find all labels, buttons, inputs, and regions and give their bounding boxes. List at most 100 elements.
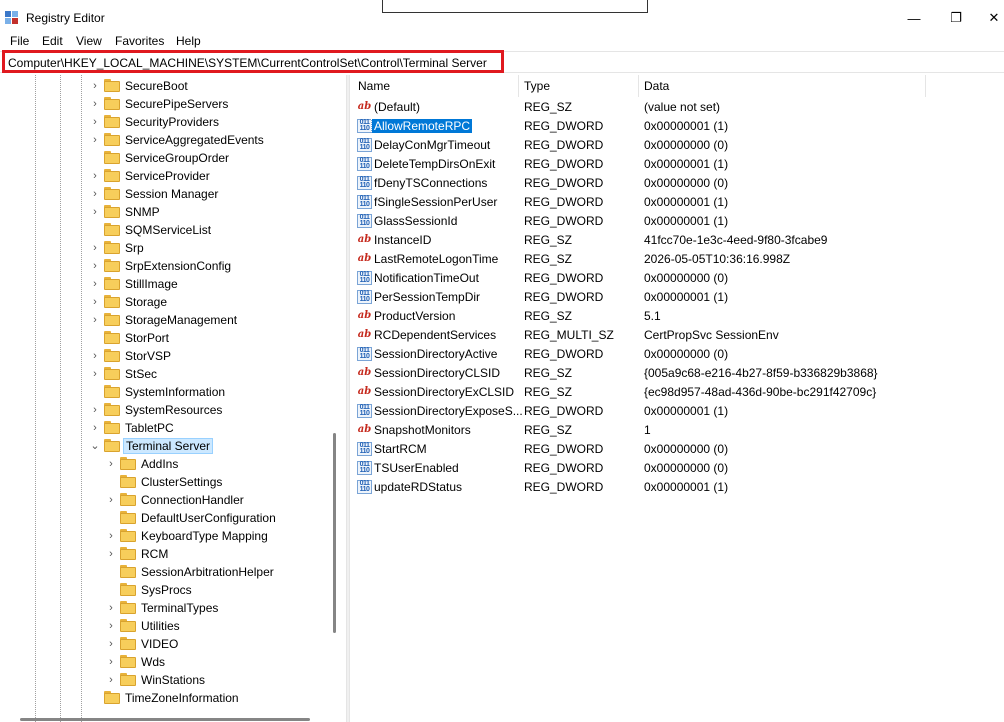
expand-chevron-icon[interactable]: › <box>106 655 116 669</box>
expand-chevron-icon[interactable]: › <box>90 79 100 93</box>
key-tree-pane[interactable]: › SecureBoot › SecurePipeServers › SecurityPr… <box>0 75 346 722</box>
tree-item[interactable]: › VIDEO <box>0 635 330 653</box>
tree-item-label[interactable]: ServiceProvider <box>123 169 212 183</box>
tree-item[interactable]: › Storage <box>0 293 330 311</box>
tree-item-label[interactable]: ServiceAggregatedEvents <box>123 133 266 147</box>
tree-item-label[interactable]: Wds <box>139 655 167 669</box>
tree-item-label[interactable]: SecurityProviders <box>123 115 221 129</box>
expand-chevron-icon[interactable]: › <box>90 403 100 417</box>
value-name[interactable]: DeleteTempDirsOnExit <box>372 157 497 171</box>
expand-chevron-icon[interactable]: › <box>90 115 100 129</box>
value-name[interactable]: StartRCM <box>372 442 429 456</box>
tree-item-label[interactable]: SystemResources <box>123 403 224 417</box>
collapse-chevron-icon[interactable]: ⌄ <box>90 439 100 453</box>
tree-item[interactable]: › StSec <box>0 365 330 383</box>
expand-chevron-icon[interactable]: › <box>106 619 116 633</box>
expand-chevron-icon[interactable]: › <box>90 349 100 363</box>
expand-chevron-icon[interactable]: › <box>90 187 100 201</box>
value-row[interactable]: ab InstanceID REG_SZ 41fcc70e-1e3c-4eed-9f8… <box>350 231 1004 250</box>
tree-item-label[interactable]: StorVSP <box>123 349 173 363</box>
expand-chevron-icon[interactable]: › <box>90 313 100 327</box>
value-row[interactable]: 011 110 TSUserEnabled REG_DWORD 0x00000000 … <box>350 459 1004 478</box>
value-row[interactable]: ab LastRemoteLogonTime REG_SZ 2026-05-05T10… <box>350 250 1004 269</box>
tree-item[interactable]: StorPort <box>0 329 330 347</box>
tree-item-label[interactable]: Utilities <box>139 619 182 633</box>
tree-item-label[interactable]: StillImage <box>123 277 180 291</box>
value-name[interactable]: SessionDirectoryExposeS... <box>372 404 525 418</box>
expand-chevron-icon[interactable]: › <box>90 205 100 219</box>
close-button[interactable]: ✕ <box>984 8 1004 28</box>
value-row[interactable]: 011 110 StartRCM REG_DWORD 0x00000000 (0) <box>350 440 1004 459</box>
tree-item-label[interactable]: SrpExtensionConfig <box>123 259 233 273</box>
tree-item[interactable]: › TerminalTypes <box>0 599 330 617</box>
tree-item-label[interactable]: SNMP <box>123 205 162 219</box>
value-row[interactable]: ab SessionDirectoryCLSID REG_SZ {005a9c68-e… <box>350 364 1004 383</box>
menu-favorites[interactable]: Favorites <box>115 34 164 48</box>
tree-item-label[interactable]: Srp <box>123 241 146 255</box>
column-separator[interactable] <box>518 75 519 97</box>
tree-item[interactable]: › SNMP <box>0 203 330 221</box>
expand-chevron-icon[interactable]: › <box>106 493 116 507</box>
tree-item[interactable]: › WinStations <box>0 671 330 689</box>
tree-vertical-scrollbar[interactable] <box>333 433 336 633</box>
value-name[interactable]: PerSessionTempDir <box>372 290 482 304</box>
tree-item[interactable]: › SecurePipeServers <box>0 95 330 113</box>
expand-chevron-icon[interactable]: › <box>90 367 100 381</box>
value-name[interactable]: RCDependentServices <box>372 328 498 342</box>
tree-item-label[interactable]: SystemInformation <box>123 385 227 399</box>
value-name[interactable]: InstanceID <box>372 233 433 247</box>
column-separator[interactable] <box>638 75 639 97</box>
tree-horizontal-scrollbar[interactable] <box>20 718 310 721</box>
expand-chevron-icon[interactable]: › <box>90 241 100 255</box>
value-name[interactable]: SnapshotMonitors <box>372 423 473 437</box>
tree-item[interactable]: ⌄ Terminal Server <box>0 437 330 455</box>
value-row[interactable]: 011 110 fSingleSessionPerUser REG_DWORD 0x0… <box>350 193 1004 212</box>
values-pane[interactable]: Name Type Data ab (Default) REG_SZ (value n… <box>350 75 1004 722</box>
value-name[interactable]: updateRDStatus <box>372 480 464 494</box>
expand-chevron-icon[interactable]: › <box>106 547 116 561</box>
expand-chevron-icon[interactable]: › <box>106 601 116 615</box>
column-header-type[interactable]: Type <box>524 75 550 97</box>
expand-chevron-icon[interactable]: › <box>90 259 100 273</box>
tree-item[interactable]: › SecureBoot <box>0 77 330 95</box>
tree-item[interactable]: SessionArbitrationHelper <box>0 563 330 581</box>
tree-item[interactable]: DefaultUserConfiguration <box>0 509 330 527</box>
tree-item-label[interactable]: StorageManagement <box>123 313 239 327</box>
tree-item-label[interactable]: RCM <box>139 547 170 561</box>
tree-item-label[interactable]: ConnectionHandler <box>139 493 246 507</box>
tree-item[interactable]: ClusterSettings <box>0 473 330 491</box>
tree-item-label[interactable]: VIDEO <box>139 637 180 651</box>
value-name[interactable]: TSUserEnabled <box>372 461 461 475</box>
value-row[interactable]: ab (Default) REG_SZ (value not set) <box>350 98 1004 117</box>
tree-item[interactable]: › ServiceAggregatedEvents <box>0 131 330 149</box>
value-row[interactable]: 011 110 PerSessionTempDir REG_DWORD 0x00000… <box>350 288 1004 307</box>
tree-item-label[interactable]: TimeZoneInformation <box>123 691 241 705</box>
tree-item-label[interactable]: SecureBoot <box>123 79 190 93</box>
value-name[interactable]: GlassSessionId <box>372 214 459 228</box>
menu-view[interactable]: View <box>76 34 102 48</box>
column-header-data[interactable]: Data <box>644 75 669 97</box>
expand-chevron-icon[interactable]: › <box>106 529 116 543</box>
expand-chevron-icon[interactable]: › <box>90 421 100 435</box>
tree-item-label[interactable]: WinStations <box>139 673 207 687</box>
value-name[interactable]: SessionDirectoryCLSID <box>372 366 502 380</box>
value-name[interactable]: fSingleSessionPerUser <box>372 195 499 209</box>
expand-chevron-icon[interactable]: › <box>90 295 100 309</box>
tree-item-label[interactable]: Storage <box>123 295 169 309</box>
tree-item[interactable]: › Srp <box>0 239 330 257</box>
value-name[interactable]: fDenyTSConnections <box>372 176 489 190</box>
expand-chevron-icon[interactable]: › <box>106 637 116 651</box>
value-row[interactable]: ab RCDependentServices REG_MULTI_SZ CertPro… <box>350 326 1004 345</box>
tree-item[interactable]: › AddIns <box>0 455 330 473</box>
value-name[interactable]: LastRemoteLogonTime <box>372 252 500 266</box>
value-name[interactable]: ProductVersion <box>372 309 457 323</box>
tree-item-label[interactable]: Terminal Server <box>123 438 214 454</box>
value-row[interactable]: 011 110 GlassSessionId REG_DWORD 0x00000001… <box>350 212 1004 231</box>
tree-item-label[interactable]: StorPort <box>123 331 171 345</box>
tree-item-label[interactable]: DefaultUserConfiguration <box>139 511 278 525</box>
tree-item[interactable]: › KeyboardType Mapping <box>0 527 330 545</box>
tree-item-label[interactable]: KeyboardType Mapping <box>139 529 270 543</box>
value-name[interactable]: AllowRemoteRPC <box>370 118 474 134</box>
tree-item[interactable]: ServiceGroupOrder <box>0 149 330 167</box>
tree-item[interactable]: › TabletPC <box>0 419 330 437</box>
